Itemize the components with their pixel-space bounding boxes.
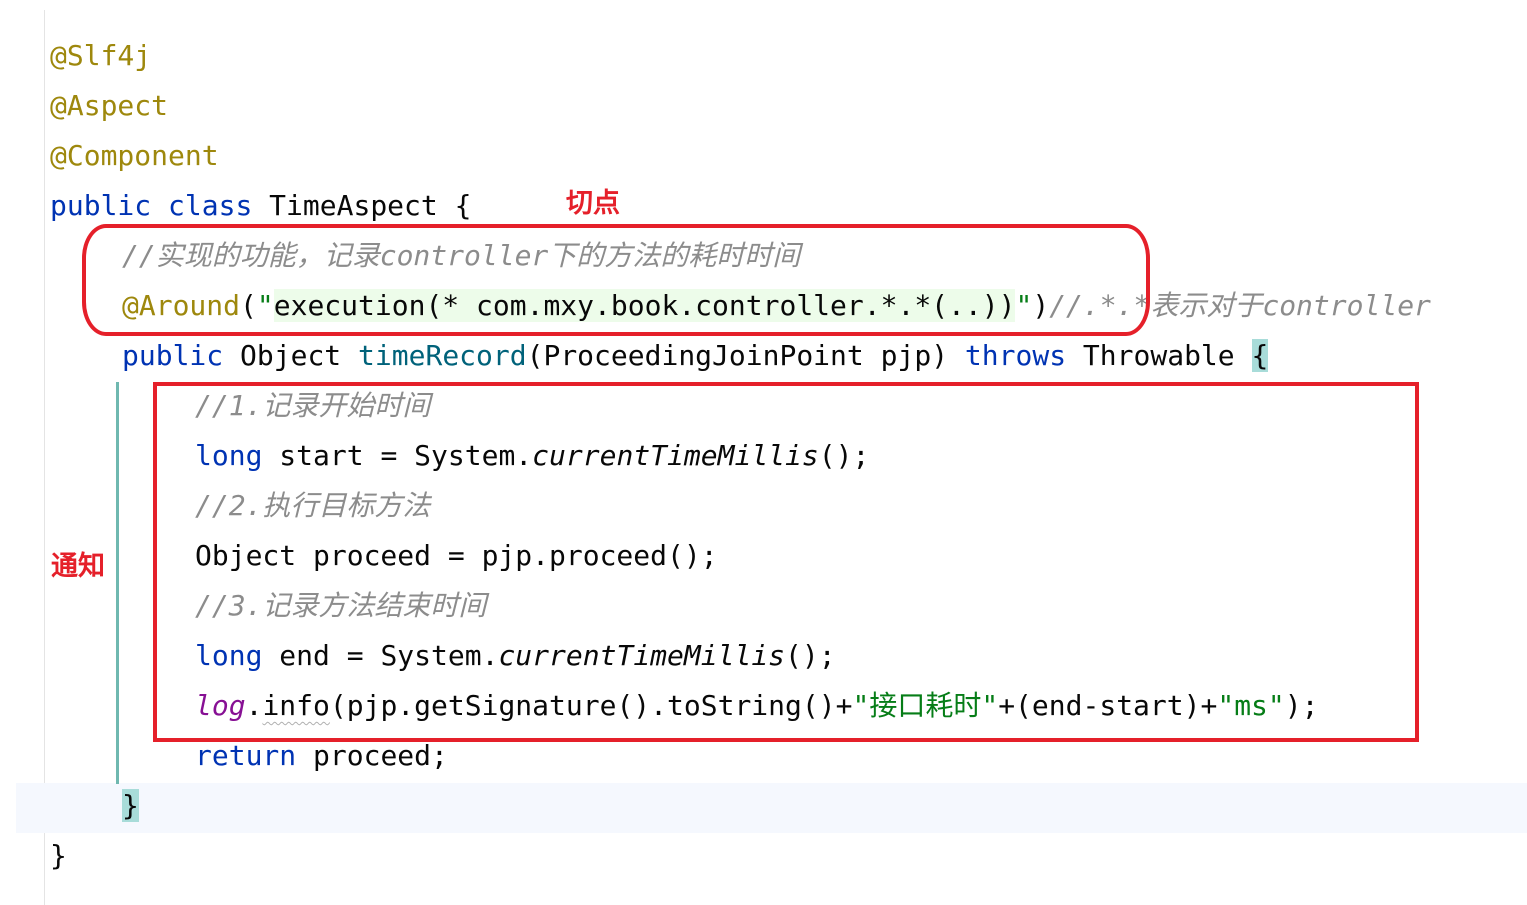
keyword-public: public [50,189,152,222]
code-line-6: @Around("execution(* com.mxy.book.contro… [122,281,1431,331]
pointcut-expression: execution(* com.mxy.book.controller.*.*(… [273,289,1016,322]
proceed-statement: Object proceed = pjp.proceed(); [195,539,718,572]
string-interface-cost: "接口耗时" [852,689,999,722]
method-params: (ProceedingJoinPoint pjp) [526,339,949,372]
end-assignment: end = System. [279,639,499,672]
signature-expr: (pjp.getSignature().toString()+ [329,689,853,722]
code-line-15: return proceed; [195,731,448,781]
call-tail: (); [785,639,836,672]
code-line-8: //1.记录开始时间 [195,381,430,431]
keyword-long: long [195,439,263,472]
start-assignment: start = System. [279,439,533,472]
code-line-3: @Component [50,131,219,181]
duration-expr: +(end-start)+ [998,689,1218,722]
info-call: info [262,689,330,722]
comment-controller: //.*.*表示对于controller [1049,289,1431,322]
code-line-11: Object proceed = pjp.proceed(); [195,531,718,581]
code-line-10: //2.执行目标方法 [195,481,430,531]
advice-label: 通知 [51,551,105,582]
class-name: TimeAspect [269,189,438,222]
return-value: proceed; [313,739,448,772]
annotation-around: @Around [122,289,241,322]
method-name: timeRecord [358,339,527,372]
indent-guide [116,382,119,784]
current-line-highlight [16,783,1527,833]
open-brace: { [454,189,472,222]
annotation-component: @Component [50,139,219,172]
return-type: Object [240,339,342,372]
keyword-throws: throws [964,339,1067,372]
paren-open: ( [240,289,257,322]
keyword-class: class [168,189,253,222]
editor-gutter-divider [44,10,45,905]
static-call-current-time: currentTimeMillis [498,639,786,672]
paren-close: ) [1032,289,1050,322]
code-line-14: log.info(pjp.getSignature().toString()+"… [195,681,1319,731]
code-line-7: public Object timeRecord(ProceedingJoinP… [122,331,1269,381]
method-close-brace: } [122,789,139,822]
class-close-brace: } [50,839,67,872]
comment-step-1: //1.记录开始时间 [195,389,431,422]
exception-type: Throwable [1082,339,1235,372]
code-line-16: } [122,781,139,831]
code-line-4: public class TimeAspect { [50,181,471,231]
code-line-13: long end = System.currentTimeMillis(); [195,631,836,681]
code-line-5: //实现的功能，记录controller下的方法的耗时时间 [122,231,800,281]
annotation-aspect: @Aspect [50,89,169,122]
method-open-brace: { [1251,339,1269,372]
call-tail: (); [818,439,870,472]
keyword-public: public [122,339,224,372]
code-line-12: //3.记录方法结束时间 [195,581,486,631]
comment-step-2: //2.执行目标方法 [195,489,431,522]
code-line-17: } [50,831,67,881]
quote-open: " [256,289,274,322]
annotation-slf4j: @Slf4j [50,39,152,72]
pointcut-label: 切点 [566,188,620,219]
code-line-1: @Slf4j [50,31,151,81]
dot: . [245,689,263,722]
code-line-2: @Aspect [50,81,168,131]
comment-step-3: //3.记录方法结束时间 [195,589,487,622]
string-ms: "ms" [1217,689,1285,722]
log-field: log [195,689,246,722]
code-line-9: long start = System.currentTimeMillis(); [195,431,869,481]
static-call-current-time: currentTimeMillis [532,439,819,472]
keyword-return: return [195,739,297,772]
quote-close: " [1015,289,1033,322]
call-tail: ); [1284,689,1319,722]
comment-feature: //实现的功能，记录controller下的方法的耗时时间 [122,239,801,272]
keyword-long: long [195,639,263,672]
